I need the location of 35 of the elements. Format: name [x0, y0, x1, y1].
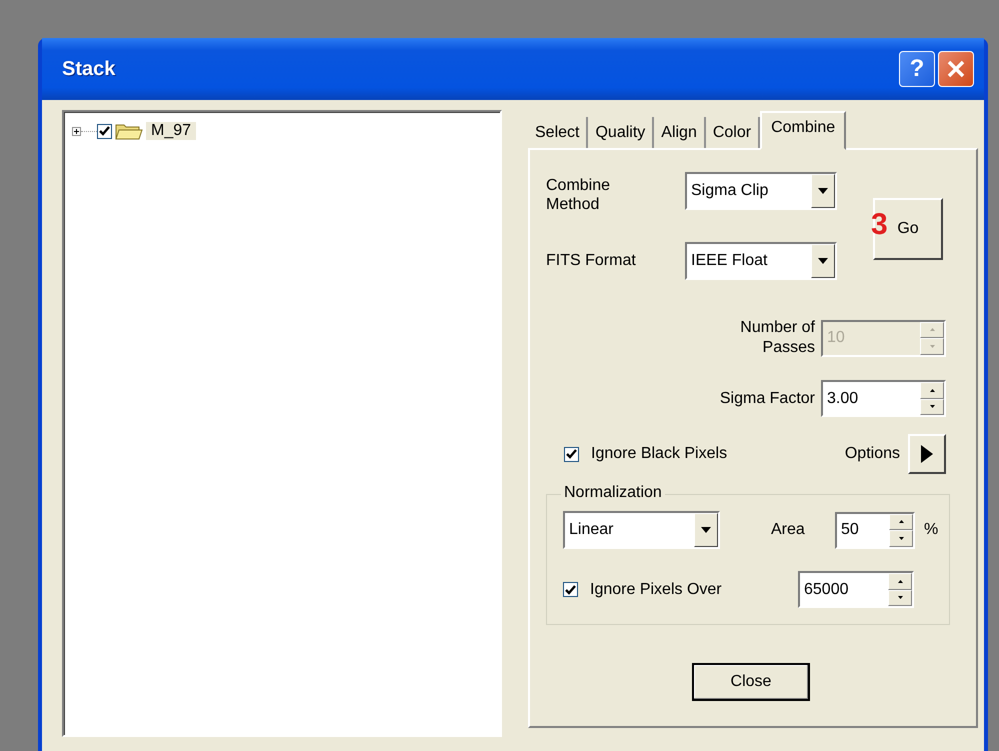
caret-icon — [818, 258, 828, 264]
field-label: Combine Method — [546, 176, 612, 214]
step-marker: 3 — [871, 210, 888, 240]
plus-icon[interactable] — [72, 126, 81, 136]
checkbox-label: Ignore Black Pixels — [591, 445, 728, 463]
combine-method-dropdown[interactable]: Sigma Clip — [685, 172, 837, 210]
checkbox[interactable] — [563, 582, 578, 597]
spinner-arrows[interactable] — [889, 514, 913, 546]
area-field[interactable]: 50 — [835, 512, 915, 548]
play-icon — [921, 445, 933, 463]
field-label: Sigma Factor — [719, 388, 815, 408]
options-label: Options — [844, 445, 900, 463]
caret-icon — [818, 188, 828, 194]
unit-label: % — [924, 521, 938, 539]
tab[interactable]: Combine — [760, 111, 846, 150]
field-label: FITS Format — [546, 252, 637, 270]
normalization-dropdown[interactable]: Linear — [563, 511, 720, 549]
fits-format-dropdown[interactable]: IEEE Float — [685, 242, 837, 280]
tree-item[interactable]: M_97 — [146, 122, 196, 140]
checkbox-label: Ignore Pixels Over — [590, 580, 723, 598]
checkbox[interactable] — [564, 446, 579, 462]
close-button[interactable]: Close — [692, 663, 810, 701]
options-button[interactable] — [908, 434, 946, 474]
field-label: Number of Passes — [739, 318, 815, 358]
spinner-arrows[interactable] — [888, 573, 912, 606]
checkbox[interactable] — [97, 124, 112, 138]
window-title: Stack — [62, 58, 116, 80]
spinner-arrows[interactable] — [920, 382, 944, 415]
caret-icon — [701, 527, 711, 533]
close-button[interactable] — [938, 51, 974, 87]
help-button[interactable]: ? — [899, 51, 935, 87]
area-label: Area — [771, 521, 806, 539]
pixel-limit-field[interactable]: 65000 — [798, 571, 914, 608]
sigma-factor-field[interactable]: 3.00 — [821, 380, 946, 417]
close-icon — [947, 60, 965, 78]
